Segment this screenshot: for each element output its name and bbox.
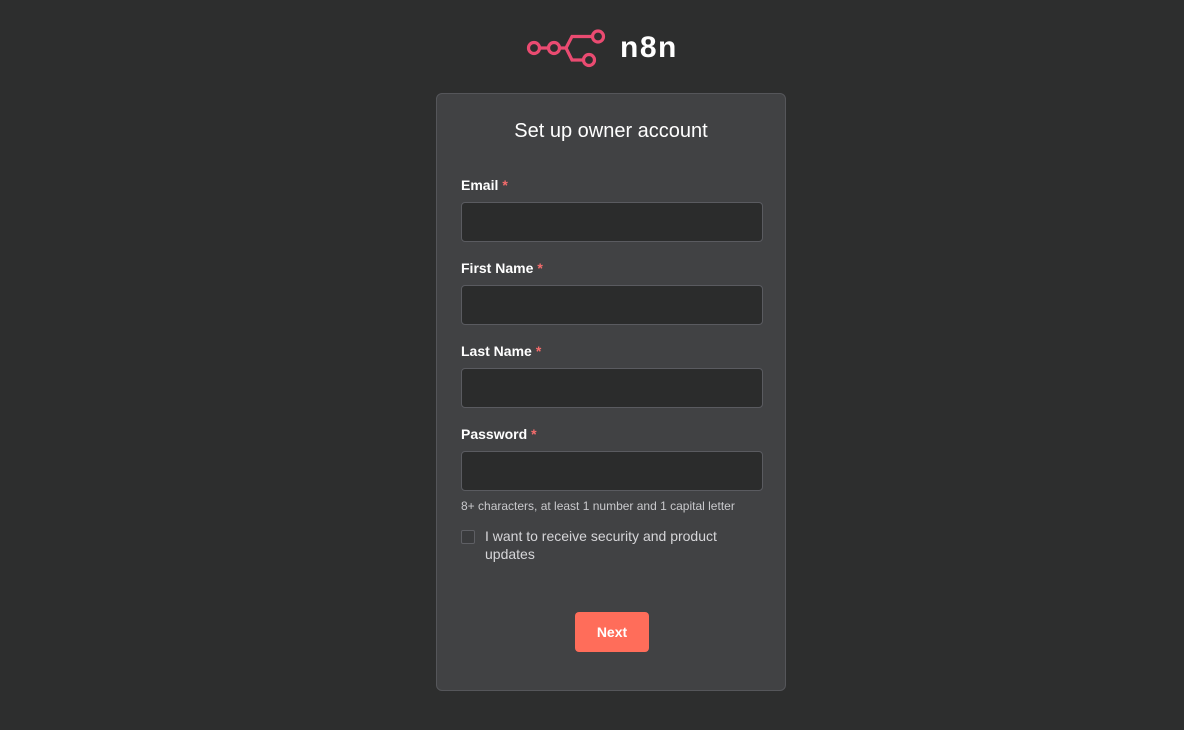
- last-name-input[interactable]: [461, 368, 763, 408]
- form-title: Set up owner account: [514, 120, 708, 142]
- updates-checkbox-label[interactable]: I want to receive security and product u…: [485, 527, 755, 563]
- required-marker: *: [535, 343, 542, 359]
- setup-owner-card: Set up owner account Email * First Name * …: [436, 93, 786, 691]
- updates-checkbox[interactable]: [461, 530, 475, 544]
- n8n-logo: n8n: [526, 26, 678, 70]
- required-marker: *: [502, 177, 508, 193]
- password-input[interactable]: [461, 451, 763, 491]
- first-name-label: First Name *: [461, 260, 543, 276]
- next-button[interactable]: Next: [575, 612, 649, 652]
- first-name-input[interactable]: [461, 285, 763, 325]
- brand-name: n8n: [620, 31, 678, 64]
- required-marker: *: [537, 260, 543, 276]
- password-label: Password *: [461, 426, 537, 442]
- required-marker: *: [531, 426, 537, 442]
- email-label: Email *: [461, 177, 508, 193]
- last-name-label: Last Name *: [461, 343, 542, 359]
- email-input[interactable]: [461, 202, 763, 242]
- password-hint: 8+ characters, at least 1 number and 1 c…: [461, 499, 735, 513]
- n8n-logo-icon: [526, 29, 606, 68]
